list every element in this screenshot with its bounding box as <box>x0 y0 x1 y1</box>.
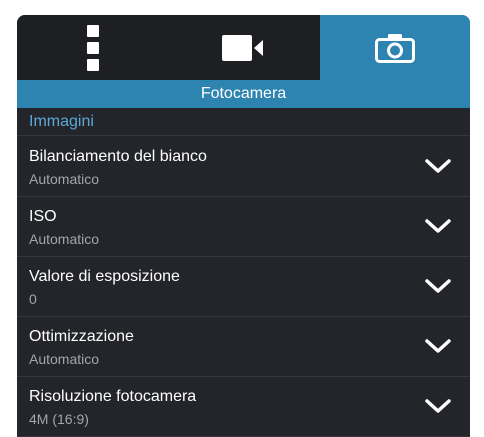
tab-video[interactable] <box>168 15 320 80</box>
menu-dot <box>86 24 99 37</box>
setting-row-white-balance[interactable]: Bilanciamento del bianco Automatico <box>17 137 470 197</box>
category-label: Immagini <box>17 108 470 136</box>
chevron-down-icon[interactable] <box>423 275 453 297</box>
video-camera-lens <box>254 39 263 56</box>
tab-menu[interactable] <box>17 15 168 80</box>
menu-dot <box>86 58 99 71</box>
video-camera-body <box>222 34 252 61</box>
setting-title: Risoluzione fotocamera <box>29 388 197 405</box>
setting-title: ISO <box>29 208 57 225</box>
video-camera-icon <box>222 34 266 61</box>
setting-row-resolution[interactable]: Risoluzione fotocamera 4M (16:9) <box>17 377 470 437</box>
chevron-down-icon[interactable] <box>423 335 453 357</box>
menu-icon <box>86 24 99 71</box>
chevron-down-icon[interactable] <box>423 395 453 417</box>
menu-dot <box>86 41 99 54</box>
setting-row-exposure[interactable]: Valore di esposizione 0 <box>17 257 470 317</box>
setting-title: Bilanciamento del bianco <box>29 148 207 165</box>
section-header: Fotocamera <box>17 80 470 108</box>
camera-settings-panel: Fotocamera Immagini Bilanciamento del bi… <box>17 15 470 437</box>
setting-value: 0 <box>29 291 37 307</box>
settings-list: Bilanciamento del bianco Automatico ISO … <box>17 137 470 437</box>
setting-value: Automatico <box>29 231 100 247</box>
setting-row-optimization[interactable]: Ottimizzazione Automatico <box>17 317 470 377</box>
tab-photo[interactable] <box>320 15 470 80</box>
camera-icon <box>375 33 415 63</box>
chevron-down-icon[interactable] <box>423 215 453 237</box>
setting-value: Automatico <box>29 171 100 187</box>
setting-title: Ottimizzazione <box>29 328 134 345</box>
setting-value: Automatico <box>29 351 100 367</box>
setting-value: 4M (16:9) <box>29 411 89 427</box>
chevron-down-icon[interactable] <box>423 155 453 177</box>
setting-row-iso[interactable]: ISO Automatico <box>17 197 470 257</box>
tab-bar <box>17 15 470 80</box>
setting-title: Valore di esposizione <box>29 268 180 285</box>
